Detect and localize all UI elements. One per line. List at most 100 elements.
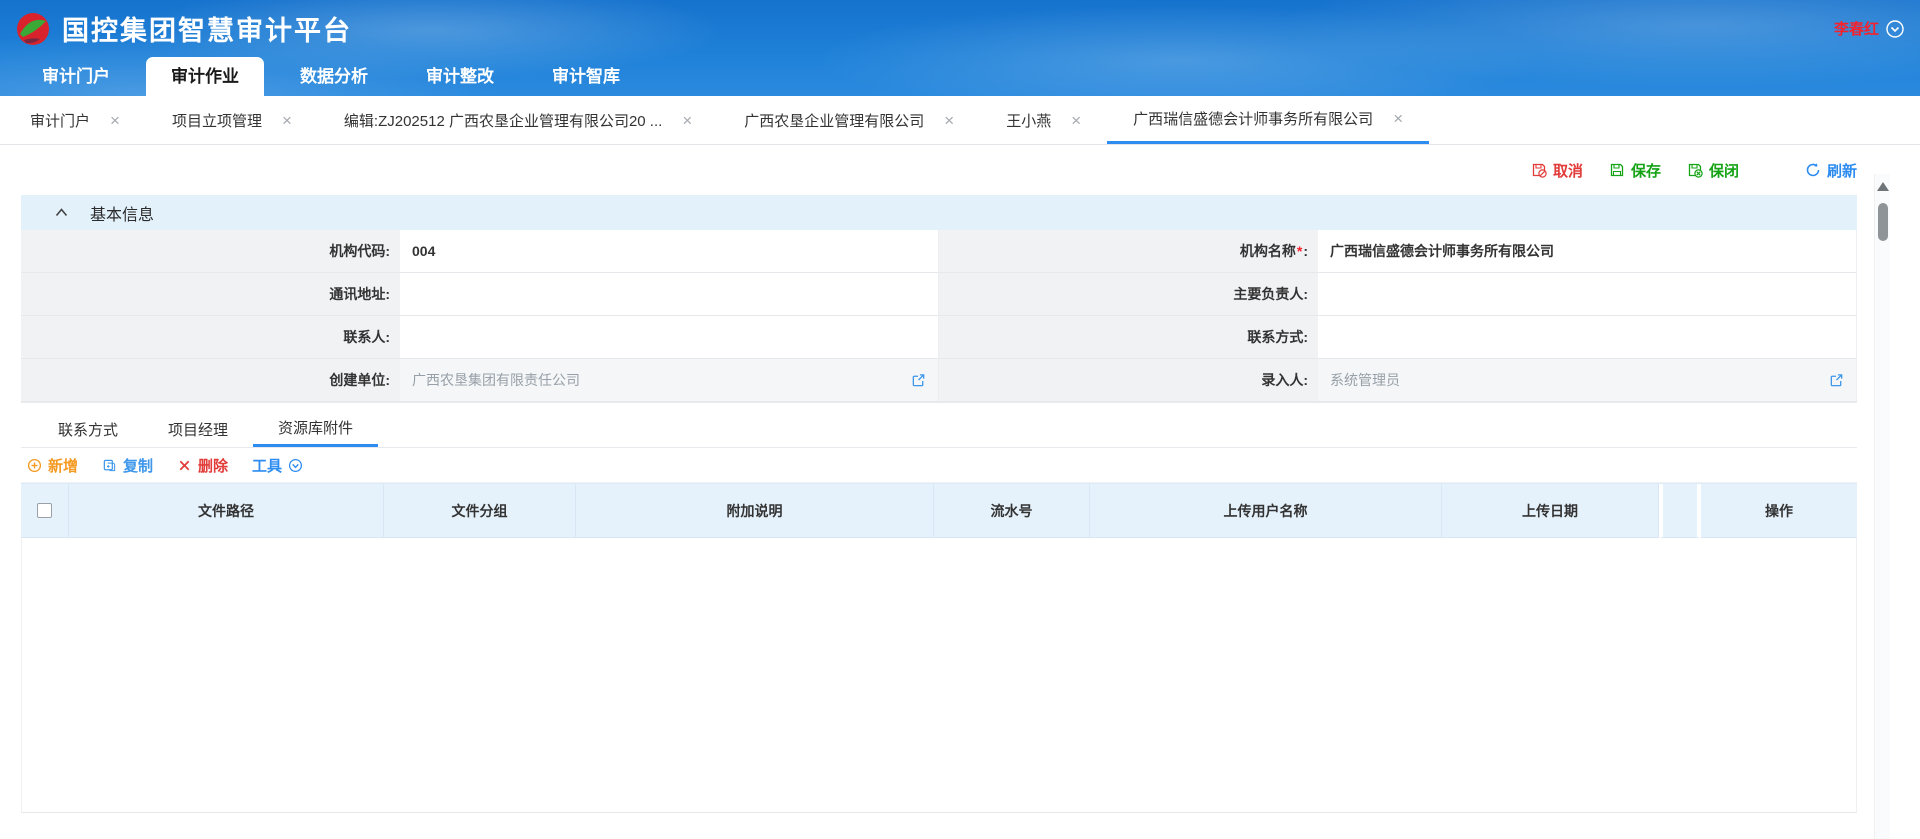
detail-tab-项目经理[interactable]: 项目经理 — [143, 411, 253, 447]
tab-close-icon[interactable]: × — [110, 112, 120, 129]
field-input[interactable]: 004 — [400, 230, 939, 273]
tab-close-icon[interactable]: × — [944, 112, 954, 129]
external-link-icon[interactable] — [911, 373, 926, 388]
doc-tab[interactable]: 广西瑞信盛德会计师事务所有限公司 × — [1107, 96, 1429, 144]
select-all-checkbox[interactable] — [37, 503, 52, 518]
doc-tab[interactable]: 审计门户× — [4, 96, 146, 144]
doc-tabbar: 审计门户×项目立项管理×编辑:ZJ202512 广西农垦企业管理有限公司20 .… — [0, 96, 1920, 145]
form-field-机构名称: 机构名称*: 广西瑞信盛德会计师事务所有限公司 — [939, 230, 1857, 273]
doc-tab[interactable]: 广西农垦企业管理有限公司× — [718, 96, 980, 144]
nav-item-审计整改[interactable]: 审计整改 — [404, 57, 516, 96]
form-field-联系方式: 联系方式: — [939, 316, 1857, 359]
field-input[interactable] — [1318, 273, 1857, 316]
form-row: 创建单位:广西农垦集团有限责任公司录入人: 系统管理员 — [21, 359, 1857, 402]
field-input[interactable] — [400, 273, 939, 316]
field-input: 系统管理员 — [1318, 359, 1857, 402]
field-value: 广西瑞信盛德会计师事务所有限公司 — [1330, 241, 1554, 261]
vertical-scrollbar[interactable] — [1874, 174, 1890, 839]
field-label: 通讯地址: — [21, 273, 400, 316]
nav-item-审计门户[interactable]: 审计门户 — [20, 57, 132, 96]
doc-tab[interactable]: 编辑:ZJ202512 广西农垦企业管理有限公司20 ...× — [318, 96, 718, 144]
field-input[interactable] — [400, 316, 939, 359]
toolbar-button-label: 工具 — [252, 455, 282, 476]
scrollbar-thumb[interactable] — [1878, 203, 1888, 241]
新增-button[interactable]: 新增 — [27, 455, 78, 476]
form-field-录入人: 录入人: 系统管理员 — [939, 359, 1857, 402]
external-link-icon — [1829, 373, 1844, 388]
刷新-button[interactable]: 刷新 — [1805, 160, 1857, 181]
action-button-label: 保闭 — [1709, 160, 1739, 181]
spacer-cell — [1659, 484, 1701, 538]
required-asterisk: * — [1297, 243, 1302, 259]
external-link-icon[interactable] — [1829, 373, 1844, 388]
basic-info-form: 机构代码: 004 机构名称*: 广西瑞信盛德会计师事务所有限公司通讯地址: 主要负责人… — [21, 230, 1857, 403]
external-link-icon — [911, 373, 926, 388]
tab-close-icon[interactable]: × — [1393, 110, 1403, 127]
refresh-icon — [1805, 162, 1821, 178]
section-basic-info[interactable]: 基本信息 — [21, 195, 1857, 230]
column-header-文件路径: 文件路径 — [69, 484, 384, 538]
page-title: 国控集团智慧审计平台 — [62, 9, 352, 48]
save-cancel-icon — [1531, 162, 1547, 178]
form-field-创建单位: 创建单位:广西农垦集团有限责任公司 — [21, 359, 939, 402]
user-menu[interactable]: 李春红 — [1834, 18, 1904, 39]
column-header-流水号: 流水号 — [934, 484, 1090, 538]
select-all-cell — [21, 484, 69, 538]
取消-button[interactable]: 取消 — [1531, 160, 1583, 181]
field-label: 机构名称*: — [939, 230, 1318, 273]
action-button-label: 刷新 — [1827, 160, 1857, 181]
toolbar-button-label: 复制 — [123, 455, 153, 476]
main-nav: 审计门户审计作业数据分析审计整改审计智库 — [0, 57, 1920, 96]
attachments-table-body — [21, 538, 1857, 813]
保存-button[interactable]: 保存 — [1609, 160, 1661, 181]
field-input[interactable]: 广西瑞信盛德会计师事务所有限公司 — [1318, 230, 1857, 273]
tab-close-icon[interactable]: × — [682, 112, 692, 129]
save-icon — [1609, 162, 1625, 178]
column-header-操作: 操作 — [1701, 484, 1857, 538]
nav-item-审计作业[interactable]: 审计作业 — [146, 57, 264, 96]
field-label: 机构代码: — [21, 230, 400, 273]
tools-caret-icon — [288, 458, 303, 473]
action-button-label: 保存 — [1631, 160, 1661, 181]
doc-tab-label: 广西瑞信盛德会计师事务所有限公司 — [1133, 108, 1373, 129]
doc-tab[interactable]: 王小燕× — [980, 96, 1107, 144]
form-row: 联系人:联系方式: — [21, 316, 1857, 359]
field-input[interactable] — [1318, 316, 1857, 359]
复制-button[interactable]: 复制 — [102, 455, 153, 476]
form-field-联系人: 联系人: — [21, 316, 939, 359]
attachments-table-header: 文件路径文件分组附加说明流水号上传用户名称上传日期操作 — [21, 483, 1857, 538]
delete-x-icon — [177, 458, 192, 473]
add-icon — [27, 458, 42, 473]
scroll-up-icon[interactable] — [1877, 182, 1889, 191]
action-button-label: 取消 — [1553, 160, 1583, 181]
detail-tab-联系方式[interactable]: 联系方式 — [33, 411, 143, 447]
column-header-附加说明: 附加说明 — [576, 484, 934, 538]
保闭-button[interactable]: 保闭 — [1687, 160, 1739, 181]
field-value: 广西农垦集团有限责任公司 — [412, 370, 580, 390]
detail-tab-资源库附件[interactable]: 资源库附件 — [253, 411, 378, 447]
field-label: 录入人: — [939, 359, 1318, 402]
user-name[interactable]: 李春红 — [1834, 18, 1879, 39]
field-value: 004 — [412, 243, 435, 259]
column-header-上传用户名称: 上传用户名称 — [1090, 484, 1442, 538]
grid-toolbar: 新增 复制 删除 工具 — [21, 448, 1857, 483]
删除-button[interactable]: 删除 — [177, 455, 228, 476]
nav-item-审计智库[interactable]: 审计智库 — [530, 57, 642, 96]
tab-close-icon[interactable]: × — [282, 112, 292, 129]
chevron-down-circle-icon[interactable] — [1886, 20, 1904, 38]
tab-close-icon[interactable]: × — [1071, 112, 1081, 129]
collapse-chevron-icon[interactable] — [55, 208, 68, 217]
copy-icon — [102, 458, 117, 473]
page-body: 取消 保存 保闭 刷新 基本信息 机构代码: 004 机构名称*: 广西瑞信盛德会计师事务所… — [0, 145, 1920, 839]
section-title: 基本信息 — [90, 201, 154, 225]
form-row: 通讯地址: 主要负责人: — [21, 273, 1857, 316]
form-field-机构代码: 机构代码: 004 — [21, 230, 939, 273]
工具-button[interactable]: 工具 — [252, 455, 303, 476]
field-value: 系统管理员 — [1330, 370, 1400, 390]
action-bar: 取消 保存 保闭 刷新 — [21, 145, 1857, 195]
save-close-icon — [1687, 162, 1703, 178]
detail-tabbar: 联系方式项目经理资源库附件 — [21, 411, 1857, 448]
doc-tab[interactable]: 项目立项管理× — [146, 96, 318, 144]
form-field-主要负责人: 主要负责人: — [939, 273, 1857, 316]
nav-item-数据分析[interactable]: 数据分析 — [278, 57, 390, 96]
